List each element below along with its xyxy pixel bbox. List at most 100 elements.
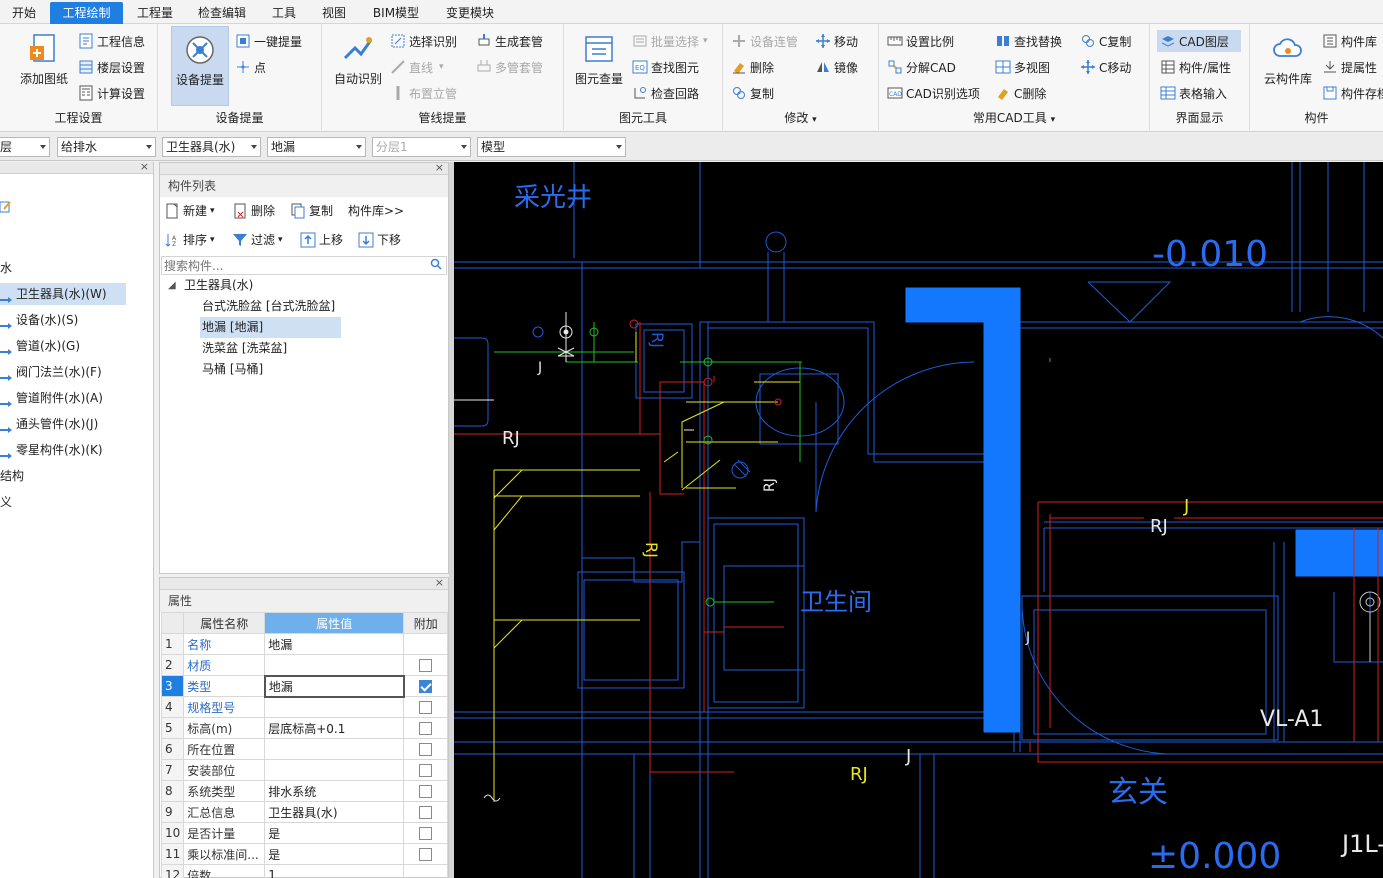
move-up-button[interactable]: 上移 <box>300 229 343 251</box>
nav-item[interactable]: 结构 <box>0 465 24 487</box>
element-takeoff-button[interactable]: 图元查量 <box>570 26 628 106</box>
extra-checkbox[interactable] <box>419 743 433 756</box>
component-tree-root[interactable]: 卫生器具(水) <box>182 275 255 296</box>
find-element-button[interactable]: EQ 查找图元 <box>632 56 699 78</box>
cad-drawing-canvas[interactable]: 采光井 -0.010 RJ J RJ J RJ J J 卫生间 VL-A1 玄关 ±0.000 J1L- R… <box>454 162 1383 878</box>
sort-button[interactable]: AZ 排序 ▾ <box>164 229 215 251</box>
component-list-item[interactable]: 地漏 [地漏] <box>200 317 341 338</box>
property-extra[interactable] <box>403 759 448 781</box>
component-list-item[interactable]: 台式洗脸盆 [台式洗脸盆] <box>200 296 337 317</box>
tab-view[interactable]: 视图 <box>314 3 354 24</box>
property-extra[interactable] <box>403 717 448 739</box>
nav-item[interactable]: 水 <box>0 257 12 279</box>
property-value[interactable]: 1 <box>264 864 405 878</box>
property-row[interactable]: 8 系统类型 排水系统 <box>160 780 448 802</box>
tree-collapse-icon[interactable]: ◢ <box>168 280 176 291</box>
multi-pipe-fittings-button[interactable]: 多管套管 <box>476 56 543 78</box>
point-button[interactable]: 点 <box>235 56 266 78</box>
discipline-select[interactable]: 给排水 <box>57 137 156 157</box>
extra-checkbox[interactable] <box>419 848 433 861</box>
edit-icon[interactable] <box>0 200 12 217</box>
property-value[interactable]: 是 <box>264 822 405 844</box>
extra-checkbox[interactable] <box>419 680 433 693</box>
property-value[interactable] <box>264 654 405 676</box>
multi-view-button[interactable]: 多视图 <box>995 56 1050 78</box>
property-row[interactable]: 3 类型 地漏 <box>160 674 448 698</box>
component-library-button[interactable]: 构件库 <box>1322 30 1377 52</box>
property-extra[interactable] <box>403 696 448 718</box>
batch-select-button[interactable]: 批量选择 ▾ <box>632 30 708 52</box>
property-row[interactable]: 4 规格型号 <box>160 696 448 718</box>
tab-project-drawing[interactable]: 工程绘制 <box>50 2 123 24</box>
generate-fittings-button[interactable]: 生成套管 <box>476 30 543 52</box>
cad-options-button[interactable]: CAD CAD识别选项 <box>887 82 980 104</box>
extra-checkbox[interactable] <box>419 785 433 798</box>
nav-item[interactable]: 阀门法兰(水)(F) <box>0 361 102 383</box>
extra-checkbox[interactable] <box>419 764 433 777</box>
property-extra[interactable] <box>403 738 448 760</box>
auto-recognize-button[interactable]: 自动识别 <box>330 26 386 106</box>
nav-item[interactable]: 卫生器具(水)(W) <box>0 283 126 305</box>
extract-props-button[interactable]: 提属性 <box>1322 56 1377 78</box>
tab-quantity[interactable]: 工程量 <box>130 3 180 24</box>
one-click-takeoff-button[interactable]: 一键提量 <box>235 30 302 52</box>
tab-start[interactable]: 开始 <box>4 3 44 24</box>
move-button[interactable]: 移动 <box>815 30 858 52</box>
property-row[interactable]: 1 名称 地漏 <box>160 633 448 655</box>
tab-bim-model[interactable]: BIM模型 <box>364 3 428 24</box>
property-value[interactable]: 排水系统 <box>264 780 405 802</box>
property-extra[interactable] <box>403 822 448 844</box>
property-value[interactable] <box>264 696 405 718</box>
group-label-cad-tools[interactable]: 常用CAD工具 ▾ <box>879 109 1149 126</box>
nav-item[interactable]: 义 <box>0 491 12 513</box>
property-row[interactable]: 5 标高(m) 层底标高+0.1 <box>160 717 448 739</box>
set-scale-button[interactable]: 设置比例 <box>887 30 954 52</box>
nav-item[interactable]: 零星构件(水)(K) <box>0 439 103 461</box>
component-store-button[interactable]: 构件存档 <box>1322 82 1383 104</box>
floor-select[interactable]: 层 <box>0 137 50 157</box>
nav-item[interactable]: 设备(水)(S) <box>0 309 78 331</box>
property-value[interactable]: 是 <box>264 843 405 865</box>
property-row[interactable]: 2 材质 <box>160 654 448 676</box>
category-select[interactable]: 卫生器具(水) <box>162 137 261 157</box>
group-label-modify[interactable]: 修改 ▾ <box>723 109 878 126</box>
delete-component-button[interactable]: 删除 <box>232 200 275 222</box>
split-cad-button[interactable]: 分解CAD <box>887 56 956 78</box>
add-drawing-button[interactable]: 添加图纸 <box>14 26 74 106</box>
property-row[interactable]: 12 倍数 1 <box>160 864 448 878</box>
c-copy-button[interactable]: C复制 <box>1080 30 1131 52</box>
select-recognize-button[interactable]: 选择识别 <box>390 30 457 52</box>
c-move-button[interactable]: C移动 <box>1080 56 1131 78</box>
table-input-button[interactable]: 表格输入 <box>1160 82 1227 104</box>
component-library-link[interactable]: 构件库>> <box>348 200 404 222</box>
tab-change-module[interactable]: 变更模块 <box>438 3 502 24</box>
project-info-button[interactable]: 工程信息 <box>78 30 145 52</box>
nav-item[interactable]: 管道(水)(G) <box>0 335 80 357</box>
component-select[interactable]: 地漏 <box>267 137 366 157</box>
property-value[interactable]: 地漏 <box>263 674 405 698</box>
property-value[interactable]: 卫生器具(水) <box>264 801 405 823</box>
property-value[interactable] <box>264 738 405 760</box>
nav-item[interactable]: 管道附件(水)(A) <box>0 387 103 409</box>
close-icon[interactable]: × <box>435 161 444 174</box>
component-search-input[interactable] <box>161 256 447 275</box>
property-row[interactable]: 7 安装部位 <box>160 759 448 781</box>
new-component-button[interactable]: 新建 ▾ <box>164 200 215 222</box>
layout-riser-button[interactable]: 布置立管 <box>390 82 457 104</box>
close-icon[interactable]: × <box>435 576 444 589</box>
copy-button[interactable]: 复制 <box>731 82 774 104</box>
property-row[interactable]: 10 是否计量是 <box>160 822 448 844</box>
property-row[interactable]: 11 乘以标准间... 是 <box>160 843 448 865</box>
check-loop-button[interactable]: 检查回路 <box>632 82 699 104</box>
extra-checkbox[interactable] <box>419 701 433 714</box>
floor-settings-button[interactable]: 楼层设置 <box>78 56 145 78</box>
extra-checkbox[interactable] <box>419 806 433 819</box>
mode-select[interactable]: 模型 <box>477 137 626 157</box>
component-list-item[interactable]: 洗菜盆 [洗菜盆] <box>200 338 289 359</box>
property-extra[interactable] <box>403 780 448 802</box>
c-delete-button[interactable]: C删除 <box>995 82 1046 104</box>
property-value[interactable]: 地漏 <box>264 633 405 655</box>
property-extra[interactable] <box>403 654 448 676</box>
sublayer-select[interactable]: 分层1 <box>372 137 471 157</box>
mirror-button[interactable]: 镜像 <box>815 56 858 78</box>
